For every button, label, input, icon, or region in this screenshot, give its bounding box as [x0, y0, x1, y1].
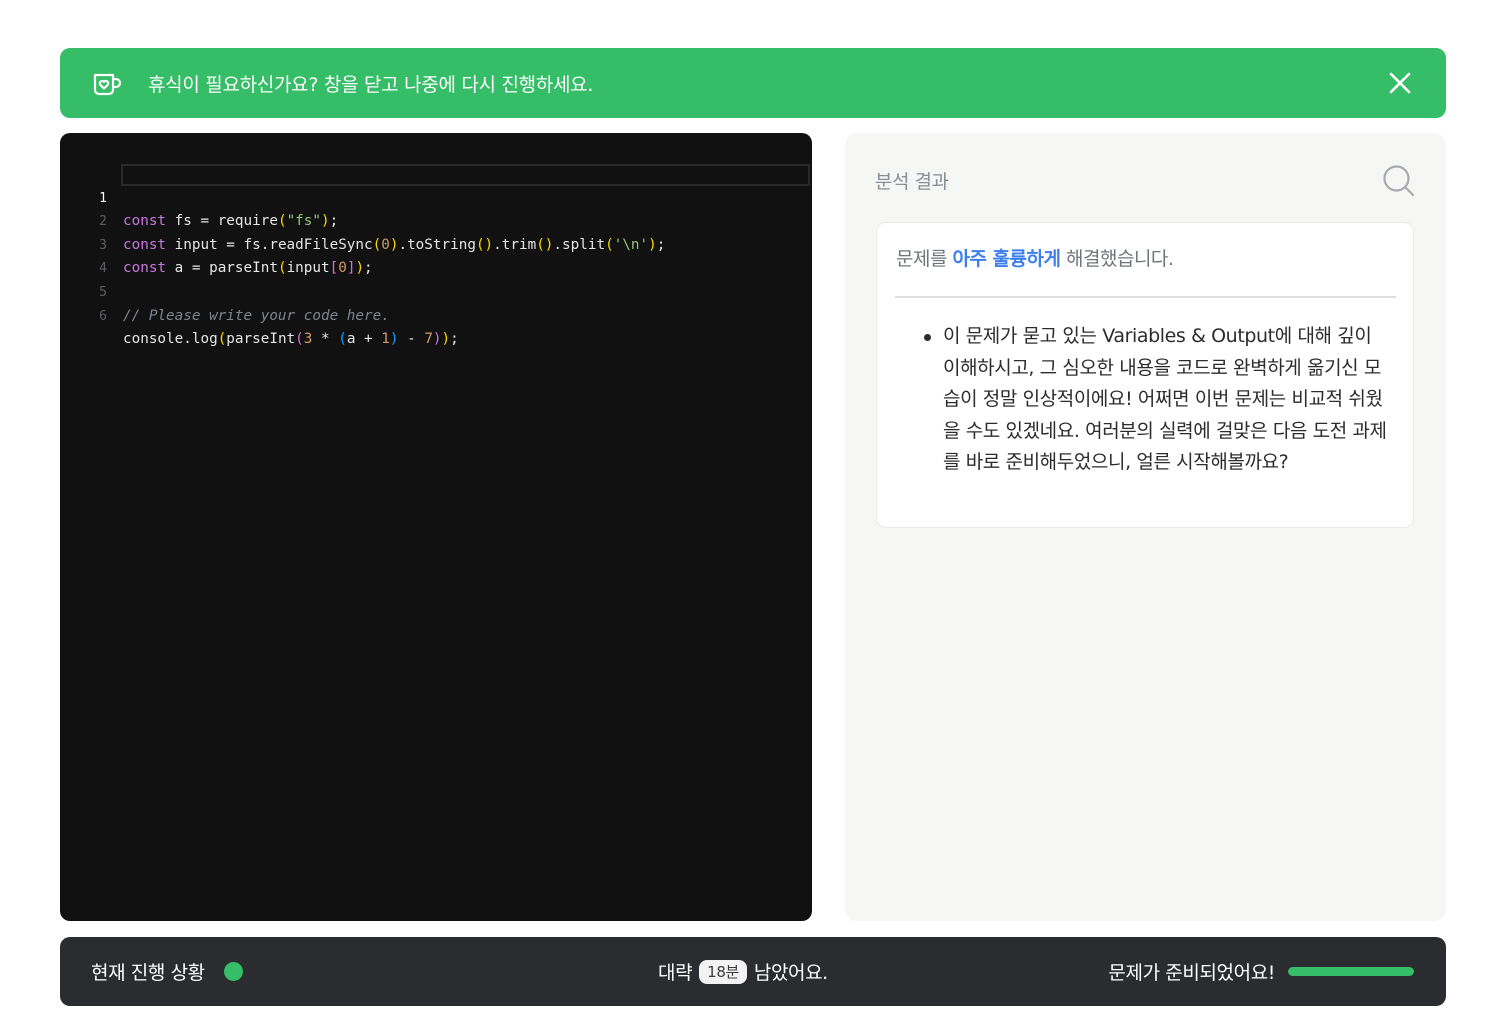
time-suffix: 남았어요.	[753, 962, 828, 984]
feedback-list: 이 문제가 묻고 있는 Variables & Output에 대해 깊이 이해…	[924, 321, 1394, 479]
time-remaining: 대략 18분 남았어요.	[658, 937, 828, 1006]
close-icon[interactable]	[1386, 69, 1414, 97]
code-line[interactable]: 5 // Please write your code here.	[60, 257, 812, 324]
panel-title: 분석 결과	[875, 171, 949, 193]
result-headline: 문제를 아주 훌륭하게 해결했습니다.	[896, 244, 1174, 271]
line-number: 6	[99, 308, 107, 324]
headline-emphasis: 아주 훌륭하게	[952, 248, 1061, 270]
status-right: 문제가 준비되었어요!	[1108, 937, 1414, 1006]
ready-text: 문제가 준비되었어요!	[1108, 962, 1275, 984]
headline-suffix: 해결했습니다.	[1060, 248, 1174, 270]
status-dot	[223, 962, 243, 981]
code-line[interactable]: 2 const input = fs.readFileSync(0).toStr…	[60, 187, 812, 253]
code-line[interactable]: 6 console.log(parseInt(3 * (a + 1) - 7))…	[60, 281, 812, 348]
status-label: 현재 진행 상황	[91, 962, 205, 984]
code-editor[interactable]: 1 const fs = require("fs"); 2 const inpu…	[60, 133, 812, 921]
coffee-mug-heart-icon	[92, 68, 122, 98]
code-line[interactable]: 3 const a = parseInt(input[0]);	[60, 210, 812, 277]
feedback-card: 문제를 아주 훌륭하게 해결했습니다. 이 문제가 묻고 있는 Variable…	[876, 222, 1414, 528]
banner-message: 휴식이 필요하신가요? 창을 닫고 나중에 다시 진행하세요.	[148, 73, 594, 96]
code-text: console.log(parseInt(3 * (a + 1) - 7));	[123, 331, 459, 348]
analysis-panel: 분석 결과 문제를 아주 훌륭하게 해결했습니다. 이 문제가 묻고 있는 Va…	[845, 133, 1446, 921]
headline-prefix: 문제를	[896, 248, 953, 270]
break-reminder-banner: 휴식이 필요하신가요? 창을 닫고 나중에 다시 진행하세요.	[60, 48, 1446, 118]
divider	[895, 296, 1396, 298]
status-left: 현재 진행 상황	[91, 937, 243, 1006]
time-prefix: 대략	[658, 962, 693, 984]
progress-fill	[1288, 967, 1414, 976]
feedback-item: 이 문제가 묻고 있는 Variables & Output에 대해 깊이 이해…	[924, 321, 1394, 479]
search-icon[interactable]	[1382, 164, 1416, 198]
progress-bar	[1288, 967, 1414, 976]
code-comment: // Please write your code here.	[123, 307, 390, 324]
code-line[interactable]: 1 const fs = require("fs");	[60, 163, 812, 229]
progress-status-bar: 현재 진행 상황 대략 18분 남았어요. 문제가 준비되었어요!	[60, 937, 1446, 1006]
time-badge: 18분	[699, 959, 747, 984]
code-line[interactable]: 4	[60, 234, 812, 276]
